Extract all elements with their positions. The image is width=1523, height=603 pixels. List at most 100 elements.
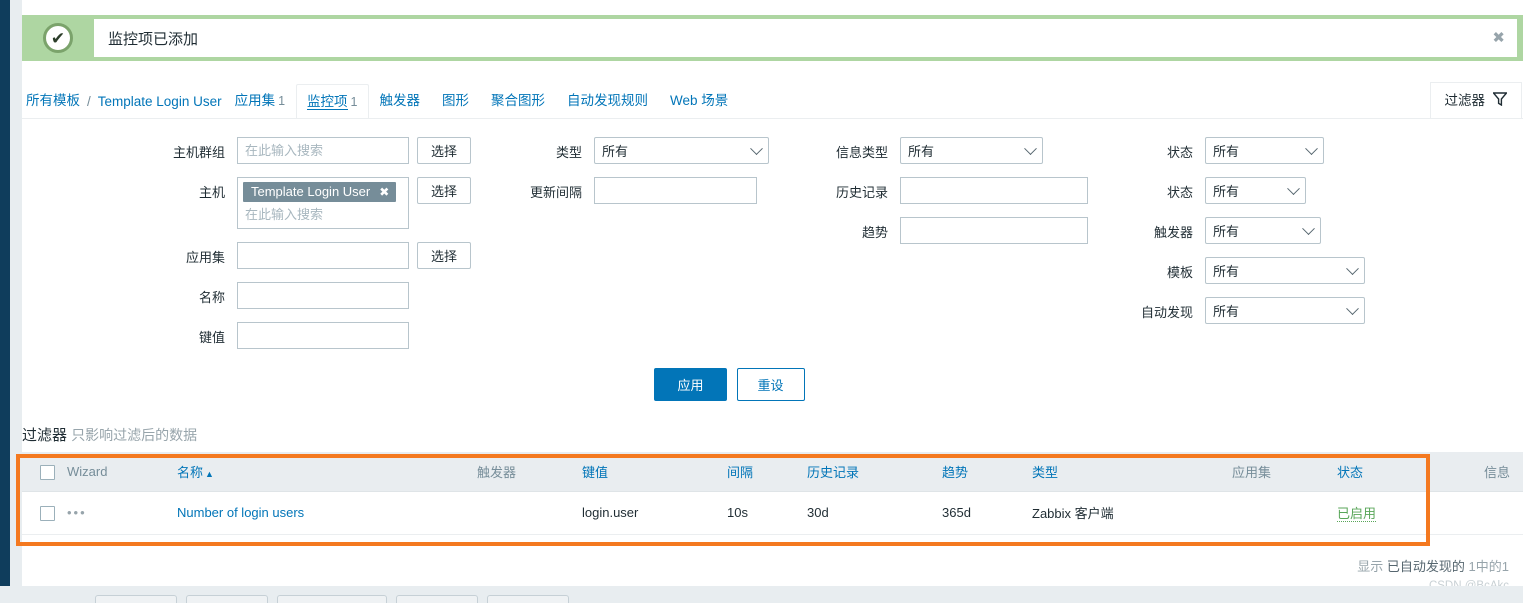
tab-items[interactable]: 监控项 1 bbox=[296, 84, 369, 118]
table-header-row: Wizard 名称 ▲ 触发器 键值 间隔 历史记录 趋势 类型 应用集 状态 信… bbox=[22, 452, 1523, 492]
header-status[interactable]: 状态 bbox=[1331, 452, 1446, 492]
row-name-cell: Number of login users bbox=[171, 491, 471, 535]
name-label: 名称 bbox=[198, 290, 225, 305]
results-count: 显示 已自动发现的 1中的1 bbox=[1357, 556, 1509, 575]
header-key[interactable]: 键值 bbox=[576, 452, 721, 492]
triggers-select[interactable]: 所有 bbox=[1205, 217, 1321, 244]
application-select-button[interactable]: 选择 bbox=[417, 242, 472, 269]
hostgroup-select-button[interactable]: 选择 bbox=[417, 137, 472, 164]
header-name-label: 名称 bbox=[177, 465, 204, 480]
type-select[interactable]: 所有 bbox=[594, 137, 769, 164]
valuetype-control: 所有 bbox=[900, 137, 1043, 164]
taskbar-item[interactable] bbox=[186, 595, 268, 603]
items-table-body: ••• Number of login users login.user 10s… bbox=[22, 491, 1523, 535]
filter-panel: 主机群组 选择 主机 Template Login User bbox=[22, 118, 1523, 401]
header-interval[interactable]: 间隔 bbox=[721, 452, 801, 492]
filter-caption-title: 过滤器 bbox=[22, 427, 68, 444]
breadcrumb-separator: / bbox=[87, 94, 91, 109]
taskbar-item[interactable] bbox=[487, 595, 569, 603]
select-all-checkbox[interactable] bbox=[40, 464, 55, 480]
tab-web-scenarios[interactable]: Web 场景 bbox=[659, 83, 739, 118]
state-select-value: 所有 bbox=[1213, 184, 1240, 199]
header-name[interactable]: 名称 ▲ bbox=[171, 452, 471, 492]
row-type-cell: Zabbix 客户端 bbox=[1026, 491, 1226, 535]
filter-row-name: 名称 bbox=[22, 282, 502, 309]
header-type[interactable]: 类型 bbox=[1026, 452, 1226, 492]
breadcrumb-template-login-user[interactable]: Template Login User bbox=[96, 94, 224, 118]
application-label: 应用集 bbox=[185, 250, 225, 265]
interval-input[interactable] bbox=[594, 177, 757, 204]
tab-discovery-rules-label: 自动发现规则 bbox=[567, 93, 648, 108]
tab-applications[interactable]: 应用集 1 bbox=[224, 83, 296, 118]
filter-row-hostgroup: 主机群组 选择 bbox=[22, 137, 502, 164]
state-select[interactable]: 所有 bbox=[1205, 177, 1306, 204]
items-table: Wizard 名称 ▲ 触发器 键值 间隔 历史记录 趋势 类型 应用集 状态 信… bbox=[22, 452, 1523, 535]
template-control: 所有 bbox=[1205, 257, 1365, 284]
key-control bbox=[237, 322, 409, 349]
trends-label: 趋势 bbox=[861, 225, 888, 240]
row-wizard-cell: ••• bbox=[61, 491, 171, 535]
check-circle-icon: ✔ bbox=[43, 23, 73, 53]
name-input[interactable] bbox=[237, 282, 409, 309]
host-control: Template Login User ✖ 在此输入搜索 选择 bbox=[237, 177, 472, 229]
message-body: 监控项已添加 ✖ bbox=[94, 19, 1517, 57]
zabbix-items-page: ✔ 监控项已添加 ✖ 所有模板 / Template Login User 应用… bbox=[0, 0, 1523, 603]
tab-triggers[interactable]: 触发器 bbox=[369, 83, 432, 118]
hostgroup-input[interactable] bbox=[237, 137, 409, 164]
sort-asc-icon: ▲ bbox=[205, 469, 214, 479]
tab-discovery-rules[interactable]: 自动发现规则 bbox=[556, 83, 659, 118]
host-chip-remove-icon[interactable]: ✖ bbox=[379, 185, 389, 199]
host-chip[interactable]: Template Login User ✖ bbox=[243, 182, 397, 202]
status-select[interactable]: 所有 bbox=[1205, 137, 1324, 164]
row-application-cell bbox=[1226, 491, 1331, 535]
taskbar-item[interactable] bbox=[277, 595, 387, 603]
application-input[interactable] bbox=[237, 242, 409, 269]
tab-screens[interactable]: 聚合图形 bbox=[480, 83, 556, 118]
tab-items-count: 1 bbox=[350, 95, 358, 109]
header-wizard: Wizard bbox=[61, 452, 171, 492]
filter-row-type: 类型 所有 bbox=[502, 137, 802, 164]
taskbar-strip bbox=[0, 586, 1523, 603]
filter-column-1: 主机群组 选择 主机 Template Login User bbox=[22, 137, 502, 362]
filter-row-discovery: 自动发现 所有 bbox=[1122, 297, 1452, 324]
interval-label: 更新间隔 bbox=[529, 185, 582, 200]
host-select-button[interactable]: 选择 bbox=[417, 177, 472, 204]
state-control: 所有 bbox=[1205, 177, 1306, 204]
item-name-link[interactable]: Number of login users bbox=[177, 505, 304, 520]
filter-row-history: 历史记录 bbox=[802, 177, 1122, 204]
history-input[interactable] bbox=[900, 177, 1088, 204]
filter-toggle-tab[interactable]: 过滤器 bbox=[1429, 82, 1522, 118]
message-text: 监控项已添加 bbox=[108, 30, 199, 48]
header-history[interactable]: 历史记录 bbox=[801, 452, 936, 492]
close-icon[interactable]: ✖ bbox=[1492, 31, 1505, 46]
filter-row-state: 状态 所有 bbox=[1122, 177, 1452, 204]
tab-graphs[interactable]: 图形 bbox=[431, 83, 480, 118]
filter-row-template: 模板 所有 bbox=[1122, 257, 1452, 284]
row-history-cell: 30d bbox=[801, 491, 936, 535]
header-trends[interactable]: 趋势 bbox=[936, 452, 1026, 492]
wizard-menu-icon[interactable]: ••• bbox=[67, 505, 87, 520]
type-select-value: 所有 bbox=[602, 144, 629, 159]
template-select[interactable]: 所有 bbox=[1205, 257, 1365, 284]
taskbar-item[interactable] bbox=[95, 595, 177, 603]
host-multiselect[interactable]: Template Login User ✖ 在此输入搜索 bbox=[237, 177, 409, 229]
reset-button[interactable]: 重设 bbox=[736, 368, 805, 401]
taskbar-item[interactable] bbox=[396, 595, 478, 603]
row-checkbox-cell bbox=[22, 491, 61, 535]
trends-input[interactable] bbox=[900, 217, 1088, 244]
left-sidebar-strip[interactable] bbox=[0, 0, 10, 603]
breadcrumb-all-templates[interactable]: 所有模板 bbox=[24, 89, 82, 118]
tab-applications-count: 1 bbox=[278, 94, 286, 108]
triggers-select-value: 所有 bbox=[1213, 224, 1240, 239]
filter-row-trends: 趋势 bbox=[802, 217, 1122, 244]
valuetype-select[interactable]: 所有 bbox=[900, 137, 1043, 164]
success-message-bar: ✔ 监控项已添加 ✖ bbox=[22, 15, 1523, 61]
key-input[interactable] bbox=[237, 322, 409, 349]
chevron-down-icon bbox=[1346, 261, 1359, 275]
status-badge[interactable]: 已启用 bbox=[1337, 506, 1377, 522]
apply-button[interactable]: 应用 bbox=[654, 368, 727, 401]
chevron-down-icon bbox=[1305, 141, 1318, 155]
filter-row-application: 应用集 选择 bbox=[22, 242, 502, 269]
row-checkbox[interactable] bbox=[40, 505, 55, 521]
discovery-select[interactable]: 所有 bbox=[1205, 297, 1365, 324]
